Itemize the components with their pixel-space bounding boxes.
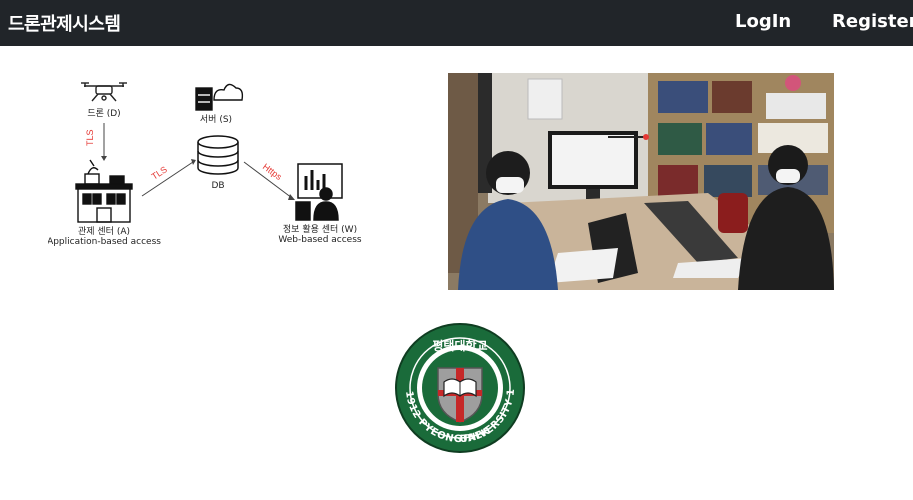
lab-photo <box>448 73 834 290</box>
server-label: 서버 (S) <box>200 114 232 125</box>
control-center-label: 관제 센터 (A) <box>78 226 130 237</box>
top-navbar: 드론관제시스템 LogIn Register <box>0 0 913 46</box>
web-center-label: 정보 활용 센터 (W) <box>283 223 357 235</box>
brand-title[interactable]: 드론관제시스템 <box>8 10 121 36</box>
system-architecture-diagram: 드론 (D) TLS 관제 센터 (A) Application-based a… <box>48 70 368 260</box>
server-icon <box>195 83 244 111</box>
university-emblem: 평택대학교 1912 PYEONGTAEK UNIVERSITY 1981 <box>390 314 526 454</box>
emblem-top-text: 평택대학교 <box>432 338 487 353</box>
login-link[interactable]: LogIn <box>735 11 791 32</box>
control-center-sub: Application-based access <box>48 237 161 247</box>
center-db-arrow <box>141 161 194 197</box>
drone-label: 드론 (D) <box>87 108 120 119</box>
drone-icon <box>81 82 127 102</box>
https-label: Https <box>261 162 284 183</box>
database-icon <box>197 135 239 175</box>
tls-label-drone: TLS <box>85 129 95 146</box>
tls-label-center: TLS <box>150 164 169 181</box>
web-center-icon <box>295 163 343 221</box>
web-center-sub: Web-based access <box>278 235 362 245</box>
control-center-icon <box>75 159 133 223</box>
register-link[interactable]: Register <box>832 11 913 32</box>
db-label: DB <box>211 181 224 191</box>
